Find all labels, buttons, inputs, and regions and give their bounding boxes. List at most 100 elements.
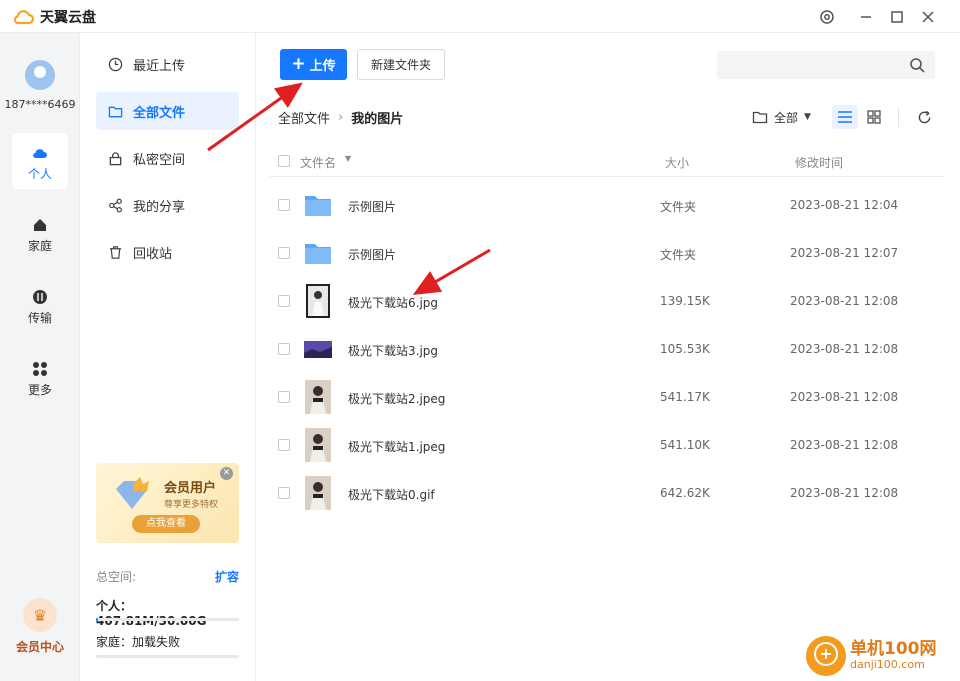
image-thumbnail [304,476,332,510]
nav-item-all-files[interactable]: 全部文件 [96,92,239,130]
file-time: 2023-08-21 12:04 [790,198,899,212]
search-icon[interactable] [909,57,925,73]
vip-center[interactable]: ♛ 会员中心 [0,598,80,655]
personal-storage-bar [96,618,239,621]
rail-item-family[interactable]: 家庭 [12,205,68,261]
upload-label: 上传 [309,59,336,74]
left-rail: 187****6469 个人 家庭 传输 更多 ♛ 会员中心 [0,33,80,681]
share-icon [109,198,122,212]
breadcrumb-current: 我的图片 [351,112,404,127]
image-thumbnail [304,380,332,414]
nav-item-label: 最近上传 [133,58,186,74]
vip-center-label: 会员中心 [15,640,64,654]
column-time[interactable]: 修改时间 [795,154,843,171]
grid-view-icon [867,110,881,124]
folder-icon [108,106,123,117]
file-name[interactable]: 示例图片 [348,246,396,263]
expand-link[interactable]: 扩容 [96,568,239,585]
nav-item-share[interactable]: 我的分享 [96,186,239,224]
app-logo: 天翼云盘 [12,7,96,27]
home-icon [34,219,46,231]
file-name[interactable]: 极光下载站6.jpg [348,294,438,311]
close-icon[interactable] [917,6,939,28]
vip-promo-banner[interactable]: 会员用户 尊享更多特权 点我查看 ✕ [96,463,239,543]
select-all-checkbox[interactable] [278,155,290,167]
table-row[interactable]: 示例图片 文件夹 2023-08-21 12:04 [270,181,944,229]
app-title: 天翼云盘 [40,10,96,26]
folder-filter-icon [752,111,768,124]
table-row[interactable]: 示例图片 文件夹 2023-08-21 12:07 [270,229,944,277]
personal-storage: 个人：407.81M/30.00G [96,599,207,628]
row-checkbox[interactable] [278,439,290,451]
file-time: 2023-08-21 12:08 [790,438,899,452]
file-name[interactable]: 示例图片 [348,198,396,215]
rail-item-personal[interactable]: 个人 [12,133,68,189]
rail-item-transfer[interactable]: 传输 [12,277,68,333]
row-checkbox[interactable] [278,199,290,211]
clock-icon [108,57,123,71]
image-thumbnail [304,284,332,318]
rail-item-label: 更多 [27,383,52,397]
folder-icon [304,188,332,222]
column-name[interactable]: 文件名 [300,154,336,171]
new-folder-button[interactable]: 新建文件夹 [357,49,445,80]
maximize-icon[interactable] [886,6,908,28]
transfer-icon [33,290,47,304]
list-icon [838,111,852,123]
row-checkbox[interactable] [278,343,290,355]
cloud-logo-icon [13,10,34,25]
promo-view-button[interactable]: 点我查看 [132,515,200,533]
list-view-button[interactable] [832,105,858,129]
lock-icon [109,151,122,165]
file-size: 文件夹 [660,200,697,214]
breadcrumb-root[interactable]: 全部文件 [278,108,330,127]
table-row[interactable]: 极光下载站0.gif 642.62K 2023-08-21 12:08 [270,469,944,517]
row-checkbox[interactable] [278,487,290,499]
crown-icon: ♛ [23,598,57,632]
sort-caret-icon[interactable]: ▼ [345,154,351,163]
rail-item-label: 个人 [27,167,52,181]
minimize-icon[interactable] [855,6,877,28]
user-phone: 187****6469 [4,98,76,111]
table-row[interactable]: 极光下载站2.jpeg 541.17K 2023-08-21 12:08 [270,373,944,421]
file-size: 541.17K [660,390,710,404]
upload-button[interactable]: + 上传 [280,49,347,80]
search-input[interactable] [717,51,935,79]
table-row[interactable]: 极光下载站3.jpg 105.53K 2023-08-21 12:08 [270,325,944,373]
nav-item-label: 全部文件 [133,105,186,121]
grid-view-button[interactable] [864,105,884,129]
rail-item-more[interactable]: 更多 [12,349,68,405]
family-storage: 家庭：加载失败 [96,635,181,649]
file-time: 2023-08-21 12:07 [790,246,899,260]
filter-dropdown[interactable]: 全部 ▼ [752,105,811,129]
file-name[interactable]: 极光下载站0.gif [348,486,435,503]
row-checkbox[interactable] [278,247,290,259]
storage-bar-fill [96,618,98,621]
file-name[interactable]: 极光下载站1.jpeg [348,438,445,455]
file-name[interactable]: 极光下载站3.jpg [348,342,438,359]
file-time: 2023-08-21 12:08 [790,390,899,404]
row-checkbox[interactable] [278,391,290,403]
watermark-logo-icon [806,636,846,676]
table-row[interactable]: 极光下载站1.jpeg 541.10K 2023-08-21 12:08 [270,421,944,469]
avatar[interactable] [25,60,55,90]
plus-icon: + [291,54,306,74]
refresh-icon [918,110,930,123]
column-size[interactable]: 大小 [665,154,689,171]
row-checkbox[interactable] [278,295,290,307]
file-name[interactable]: 极光下载站2.jpeg [348,390,445,407]
toolbar-divider [898,107,899,127]
nav-item-trash[interactable]: 回收站 [96,233,239,271]
settings-icon[interactable] [816,6,838,28]
table-row[interactable]: 极光下载站6.jpg 139.15K 2023-08-21 12:08 [270,277,944,325]
file-size: 139.15K [660,294,710,308]
refresh-button[interactable] [914,105,934,129]
filter-label: 全部 [774,110,799,125]
file-time: 2023-08-21 12:08 [790,486,899,500]
promo-title: 会员用户 [164,481,217,496]
nav-item-private[interactable]: 私密空间 [96,139,239,177]
file-size: 文件夹 [660,248,697,262]
nav-item-recent[interactable]: 最近上传 [96,45,239,83]
promo-close-icon[interactable]: ✕ [220,467,233,480]
file-time: 2023-08-21 12:08 [790,294,899,308]
